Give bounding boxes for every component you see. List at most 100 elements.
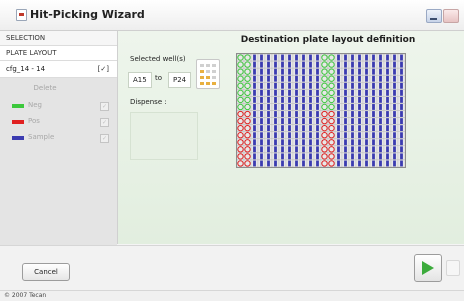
- sample-well-marker: [379, 111, 382, 117]
- sample-well-marker: [309, 146, 312, 153]
- sample-well-marker: [253, 89, 256, 96]
- sample-well-marker: [344, 111, 347, 117]
- sample-well-marker: [288, 125, 291, 132]
- sample-well-marker: [337, 118, 340, 125]
- sample-well-marker: [372, 132, 375, 139]
- sample-well-marker: [288, 132, 291, 139]
- sample-well-marker: [281, 132, 284, 139]
- sample-well-marker: [379, 104, 382, 110]
- sample-well-marker: [365, 75, 368, 82]
- sample-well-marker: [281, 160, 284, 167]
- sample-well-marker: [253, 61, 256, 68]
- sample-well-marker: [351, 111, 354, 117]
- sample-well-marker: [386, 68, 389, 75]
- sample-well-marker: [400, 118, 403, 125]
- sample-well-marker: [302, 68, 305, 75]
- config-row[interactable]: cfg_14 - 14 [✓]: [0, 61, 117, 78]
- sample-well-marker: [400, 153, 403, 160]
- sample-well-marker: [295, 54, 298, 61]
- sidebar-item-plate-layout[interactable]: PLATE LAYOUT: [0, 46, 117, 61]
- title-bar: Hit-Picking Wizard: [0, 0, 464, 31]
- sample-well-marker: [358, 104, 361, 110]
- sample-well-marker: [351, 54, 354, 61]
- sample-well-marker: [260, 82, 263, 89]
- sample-well-marker: [302, 89, 305, 96]
- sample-well-marker: [302, 61, 305, 68]
- sample-well-marker: [281, 61, 284, 68]
- sample-well-marker: [344, 68, 347, 75]
- sample-well-marker: [260, 89, 263, 96]
- sample-well-marker: [344, 146, 347, 153]
- sample-well-marker: [393, 68, 396, 75]
- sample-well-marker: [267, 125, 270, 132]
- sample-well-marker: [302, 54, 305, 61]
- sample-well-marker: [309, 61, 312, 68]
- sample-well-marker: [316, 153, 319, 160]
- delete-button[interactable]: Delete: [20, 82, 70, 94]
- sample-well-marker: [288, 61, 291, 68]
- neg-color-swatch: [12, 104, 24, 108]
- sample-well-marker: [316, 89, 319, 96]
- sample-well-marker: [267, 104, 270, 110]
- sample-well-marker: [393, 61, 396, 68]
- sample-well-marker: [316, 68, 319, 75]
- sample-well-marker: [386, 146, 389, 153]
- sample-well-marker: [337, 54, 340, 61]
- sidebar-item-selection[interactable]: SELECTION: [0, 31, 117, 46]
- sample-well-marker: [351, 146, 354, 153]
- sample-well-marker: [337, 68, 340, 75]
- sample-well-marker: [316, 104, 319, 110]
- sample-well-marker: [288, 146, 291, 153]
- sample-checkbox[interactable]: ✓: [100, 134, 109, 143]
- plate-wells[interactable]: [236, 53, 406, 168]
- sample-well-marker: [253, 160, 256, 167]
- finish-button[interactable]: [446, 260, 460, 276]
- sample-well-marker: [295, 75, 298, 82]
- sample-well-marker: [309, 125, 312, 132]
- maximize-button[interactable]: [443, 9, 459, 23]
- sample-well-marker: [316, 125, 319, 132]
- sample-well-marker: [400, 132, 403, 139]
- sample-well-marker: [379, 146, 382, 153]
- sample-well-marker: [260, 111, 263, 117]
- sample-well-marker: [351, 68, 354, 75]
- cancel-button[interactable]: Cancel: [22, 263, 70, 281]
- sample-well-marker: [351, 104, 354, 110]
- sample-well-marker: [302, 111, 305, 117]
- sample-well-marker: [309, 160, 312, 167]
- sample-well-marker: [295, 111, 298, 117]
- minimize-button[interactable]: [426, 9, 442, 23]
- sample-well-marker: [267, 153, 270, 160]
- sample-well-marker: [316, 118, 319, 125]
- sample-well-marker: [400, 89, 403, 96]
- sample-well-marker: [316, 75, 319, 82]
- next-button[interactable]: [414, 254, 442, 282]
- sample-well-marker: [274, 82, 277, 89]
- sample-well-marker: [344, 132, 347, 139]
- page-title: Destination plate layout definition: [240, 35, 416, 45]
- sample-well-marker: [400, 68, 403, 75]
- sample-well-marker: [309, 89, 312, 96]
- sample-well-marker: [295, 89, 298, 96]
- sample-well-marker: [386, 160, 389, 167]
- dispense-field[interactable]: [130, 112, 198, 160]
- sample-well-marker: [295, 61, 298, 68]
- sample-well-marker: [288, 68, 291, 75]
- neg-checkbox[interactable]: ✓: [100, 102, 109, 111]
- to-well-field[interactable]: P24: [168, 72, 192, 88]
- plate-grid[interactable]: [236, 53, 406, 168]
- sample-well-marker: [260, 104, 263, 110]
- sample-well-marker: [337, 139, 340, 146]
- sample-well-marker: [274, 146, 277, 153]
- sample-well-marker: [316, 139, 319, 146]
- select-plate-button[interactable]: [196, 59, 220, 89]
- sample-well-marker: [288, 153, 291, 160]
- sample-well-marker: [295, 160, 298, 167]
- sample-well-marker: [337, 96, 340, 103]
- from-well-field[interactable]: A15: [128, 72, 152, 88]
- sample-well-marker: [365, 153, 368, 160]
- sample-well-marker: [365, 132, 368, 139]
- pos-checkbox[interactable]: ✓: [100, 118, 109, 127]
- sample-well-marker: [365, 54, 368, 61]
- sample-well-marker: [344, 89, 347, 96]
